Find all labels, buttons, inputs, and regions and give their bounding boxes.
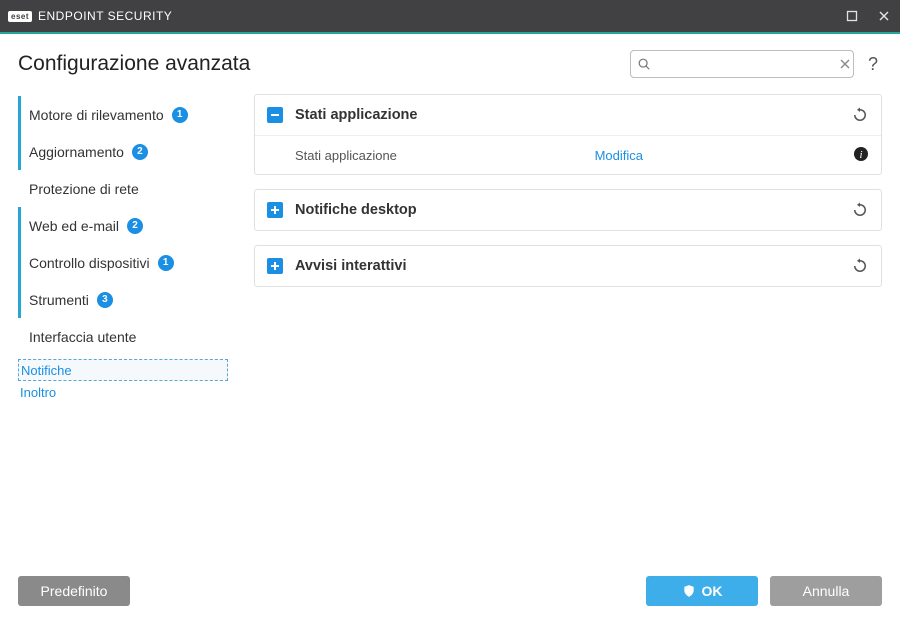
sidebar-item-web-email[interactable]: Web ed e-mail 2 <box>18 207 228 244</box>
sidebar-badge: 2 <box>127 218 143 234</box>
sidebar-subitem-label: Notifiche <box>21 363 72 378</box>
panel-header[interactable]: Stati applicazione <box>255 95 881 135</box>
window-close-button[interactable] <box>876 8 892 24</box>
footer: Predefinito OK Annulla <box>0 562 900 620</box>
product-name: ENDPOINT SECURITY <box>38 9 172 23</box>
page-title: Configurazione avanzata <box>18 52 250 76</box>
panel-header[interactable]: Notifiche desktop <box>255 190 881 230</box>
sidebar-subitem-notifications[interactable]: Notifiche <box>18 359 228 381</box>
sidebar-item-label: Strumenti <box>29 292 89 308</box>
button-label: Predefinito <box>41 583 108 599</box>
revert-icon[interactable] <box>851 257 869 275</box>
info-icon[interactable]: i <box>853 146 869 165</box>
button-label: OK <box>702 583 723 599</box>
sidebar: Motore di rilevamento 1 Aggiornamento 2 … <box>18 90 228 562</box>
edit-link[interactable]: Modifica <box>595 148 853 163</box>
sidebar-item-label: Protezione di rete <box>29 181 139 197</box>
sidebar-item-user-interface[interactable]: Interfaccia utente <box>18 318 228 355</box>
help-button[interactable]: ? <box>864 54 882 75</box>
sidebar-item-label: Web ed e-mail <box>29 218 119 234</box>
search-box[interactable] <box>630 50 854 78</box>
sidebar-badge: 3 <box>97 292 113 308</box>
sidebar-item-label: Motore di rilevamento <box>29 107 164 123</box>
sidebar-item-label: Controllo dispositivi <box>29 255 150 271</box>
brand: eset ENDPOINT SECURITY <box>8 9 172 23</box>
sidebar-badge: 2 <box>132 144 148 160</box>
sidebar-item-label: Aggiornamento <box>29 144 124 160</box>
search-icon <box>637 57 651 71</box>
sidebar-item-network-protection[interactable]: Protezione di rete <box>18 170 228 207</box>
sidebar-badge: 1 <box>172 107 188 123</box>
expand-icon[interactable] <box>267 202 283 218</box>
sidebar-badge: 1 <box>158 255 174 271</box>
sidebar-item-update[interactable]: Aggiornamento 2 <box>18 133 228 170</box>
default-button[interactable]: Predefinito <box>18 576 130 606</box>
panel-title: Stati applicazione <box>295 107 417 123</box>
revert-icon[interactable] <box>851 106 869 124</box>
panel-desktop-notifications: Notifiche desktop <box>254 189 882 231</box>
revert-icon[interactable] <box>851 201 869 219</box>
ok-button[interactable]: OK <box>646 576 758 606</box>
row-label: Stati applicazione <box>295 148 397 163</box>
svg-text:i: i <box>859 149 862 161</box>
sidebar-item-label: Interfaccia utente <box>29 329 136 345</box>
panel-interactive-alerts: Avvisi interattivi <box>254 245 882 287</box>
cancel-button[interactable]: Annulla <box>770 576 882 606</box>
window-maximize-button[interactable] <box>844 8 860 24</box>
brand-logo-text: eset <box>8 11 32 22</box>
shield-icon <box>682 584 696 598</box>
collapse-icon[interactable] <box>267 107 283 123</box>
button-label: Annulla <box>803 583 850 599</box>
topbar: Configurazione avanzata ? <box>0 34 900 90</box>
panel-header[interactable]: Avvisi interattivi <box>255 246 881 286</box>
brand-logo: eset <box>8 11 32 22</box>
panel-application-states: Stati applicazione Stati applicazione Mo… <box>254 94 882 175</box>
clear-search-icon[interactable] <box>839 58 851 70</box>
sidebar-subitem-forwarding[interactable]: Inoltro <box>18 381 228 403</box>
sidebar-item-device-control[interactable]: Controllo dispositivi 1 <box>18 244 228 281</box>
titlebar: eset ENDPOINT SECURITY <box>0 0 900 32</box>
panel-title: Notifiche desktop <box>295 202 417 218</box>
sidebar-subitem-label: Inoltro <box>20 385 56 400</box>
main-content: Stati applicazione Stati applicazione Mo… <box>228 90 882 562</box>
expand-icon[interactable] <box>267 258 283 274</box>
search-input[interactable] <box>657 57 833 72</box>
panel-title: Avvisi interattivi <box>295 258 406 274</box>
sidebar-item-detection-engine[interactable]: Motore di rilevamento 1 <box>18 96 228 133</box>
sidebar-item-tools[interactable]: Strumenti 3 <box>18 281 228 318</box>
panel-row-application-states: Stati applicazione Modifica i <box>255 136 881 174</box>
